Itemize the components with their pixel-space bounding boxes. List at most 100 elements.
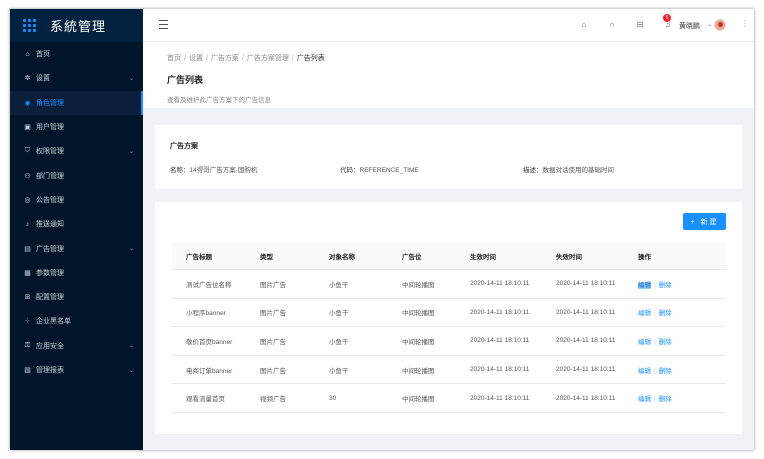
edit-link[interactable]: 编辑 xyxy=(638,339,651,346)
column-header: 操作 xyxy=(638,253,651,261)
id-card-icon: ▣ xyxy=(24,124,31,132)
breadcrumb-separator: / xyxy=(205,55,208,62)
table-cell-end: 2020-14-11 18:10:11 xyxy=(556,366,616,374)
app-window: 系統管理 ⌂ 首页 ✲ 设置 ⌄ ◉ 角色管理 ▣ 用户管理 ⛉ 权限管理 ⌄ ⚇ 部门管理 ◎ 公告管理 ♪ 推… xyxy=(10,9,754,450)
sidebar-item-label: 企业黑名单 xyxy=(36,318,71,326)
table-cell-slot: 中间轮播图 xyxy=(402,338,435,346)
row-actions: 编辑 | 删除 xyxy=(638,336,726,346)
chevron-down-icon[interactable]: ⌄ xyxy=(707,21,712,28)
avatar[interactable] xyxy=(714,19,726,31)
breadcrumb-item[interactable]: 广告方案 xyxy=(211,55,239,62)
row-actions: 编辑 | 删除 xyxy=(638,279,726,289)
edit-link[interactable]: 编辑 xyxy=(638,368,651,375)
sidebar-item-6[interactable]: ◎ 公告管理 xyxy=(10,188,143,212)
sidebar-item-2[interactable]: ◉ 角色管理 xyxy=(10,90,143,116)
delete-link[interactable]: 删除 xyxy=(659,310,672,317)
row-actions: 编辑 | 删除 xyxy=(638,365,726,375)
column-header: 生效时间 xyxy=(470,253,496,261)
column-header: 失效时间 xyxy=(556,253,582,261)
action-divider: | xyxy=(654,281,656,289)
ad-table: 广告标题 类型 对象名称 广告位 生效时间 失效时间 操作 测试广告位名称 图片广告 小鱼干 中间… xyxy=(172,242,726,413)
edit-link[interactable]: 编辑 xyxy=(638,310,651,317)
sidebar-item-9[interactable]: ▦ 参数管理 xyxy=(10,261,143,285)
sidebar-item-12[interactable]: ⚿ 应用安全 ⌄ xyxy=(10,334,143,358)
table-body: 测试广告位名称 图片广告 小鱼干 中间轮播图 2020-14-11 18:10:11 20… xyxy=(172,270,726,413)
sidebar-item-label: 推送通知 xyxy=(36,221,64,229)
table-cell-type: 图片广告 xyxy=(260,338,286,346)
action-divider: | xyxy=(654,367,656,375)
notification-badge: 5 xyxy=(663,14,671,22)
delete-link[interactable]: 删除 xyxy=(659,339,672,346)
column-header: 广告标题 xyxy=(186,253,212,261)
sidebar-item-4[interactable]: ⛉ 权限管理 ⌄ xyxy=(10,139,143,163)
table-row: 电商订单banner 图片广告 小鱼干 中间轮播图 2020-14-11 18:10:1… xyxy=(172,356,726,385)
plan-card: 广告方案 名称：14得哥广告方案-国购机 代码：REFERENCE_TIME 描… xyxy=(155,125,742,189)
table-cell-title: 观看流量首页 xyxy=(186,396,225,404)
breadcrumb-item: 广告列表 xyxy=(296,55,325,62)
table-cell-title: 测试广告位名称 xyxy=(186,281,232,289)
apps-grid-icon xyxy=(23,19,36,32)
table-cell-start: 2020-14-11 18:10:11 xyxy=(470,394,530,402)
bell-icon: ♪ xyxy=(25,220,30,228)
sidebar-item-label: 首页 xyxy=(36,51,50,59)
delete-link[interactable]: 删除 xyxy=(659,368,672,375)
sidebar-item-3[interactable]: ▣ 用户管理 xyxy=(10,115,143,139)
table-cell-start: 2020-14-11 18:10:11 xyxy=(470,366,530,374)
sidebar-item-7[interactable]: ♪ 推送通知 xyxy=(10,212,143,236)
team-icon: ⚇ xyxy=(24,172,31,180)
delete-link[interactable]: 删除 xyxy=(659,396,672,403)
logo[interactable]: 系統管理 xyxy=(10,9,143,42)
page-header: 首页 / 设置 / 广告方案 / 广告方案管理 / 广告列表 广告列表 查看及维护此广告方案下的… xyxy=(143,42,754,108)
sidebar-item-13[interactable]: ▧ 管理报表 ⌄ xyxy=(10,358,143,382)
page-description: 查看及维护此广告方案下的广告信息 xyxy=(167,97,271,104)
appstore-icon: ⁘ xyxy=(24,318,31,326)
lock-icon: ⚿ xyxy=(24,341,31,349)
breadcrumb-separator: / xyxy=(184,55,186,62)
ad-list-card: + 新建 广告标题 类型 对象名称 广告位 生效时间 失效时间 操作 测试广告位名称 图片广告… xyxy=(155,202,742,434)
edit-link[interactable]: 编辑 xyxy=(638,281,651,289)
plan-code-field: 代码：REFERENCE_TIME xyxy=(340,167,419,174)
table-cell-target: 30 xyxy=(329,394,337,402)
table-header: 广告标题 类型 对象名称 广告位 生效时间 失效时间 操作 xyxy=(172,242,726,270)
more-vertical-icon[interactable]: ⋮ xyxy=(741,19,749,28)
column-header: 类型 xyxy=(260,253,273,261)
sidebar-item-label: 部门管理 xyxy=(36,172,64,180)
breadcrumb-item[interactable]: 首页 xyxy=(167,55,181,62)
new-ad-button[interactable]: + 新建 xyxy=(683,213,726,230)
sidebar-item-1[interactable]: ✲ 设置 ⌄ xyxy=(10,66,143,90)
table-cell-type: 图片广告 xyxy=(260,281,286,289)
sidebar-item-8[interactable]: ▤ 广告管理 ⌄ xyxy=(10,236,143,260)
user-name[interactable]: 黄晓鹏 xyxy=(679,21,700,31)
table-cell-end: 2020-14-11 18:10:11 xyxy=(556,308,616,316)
sidebar-item-0[interactable]: ⌂ 首页 xyxy=(10,42,143,66)
column-header: 对象名称 xyxy=(329,253,355,261)
breadcrumb-item[interactable]: 广告方案管理 xyxy=(247,55,289,62)
breadcrumb: 首页 / 设置 / 广告方案 / 广告方案管理 / 广告列表 xyxy=(167,53,325,63)
table-row: 小程序banner 图片广告 小鱼干 中间轮播图 2020-14-11 18:10:11… xyxy=(172,299,726,328)
menu-toggle-icon[interactable] xyxy=(159,20,168,29)
page-title: 广告列表 xyxy=(167,75,204,85)
sidebar-menu: ⌂ 首页 ✲ 设置 ⌄ ◉ 角色管理 ▣ 用户管理 ⛉ 权限管理 ⌄ ⚇ 部门管理 ◎ 公告管理 ♪ 推送通知 ▤ 广… xyxy=(10,42,143,382)
home-icon: ⌂ xyxy=(25,50,30,58)
user-circle-icon: ◉ xyxy=(24,99,31,107)
plan-card-title: 广告方案 xyxy=(170,143,198,150)
sidebar-item-10[interactable]: ⊞ 配置管理 xyxy=(10,285,143,309)
delete-link[interactable]: 删除 xyxy=(659,282,672,289)
layout-icon[interactable]: ⊟ xyxy=(635,20,645,30)
report-icon: ▧ xyxy=(24,367,31,374)
breadcrumb-item[interactable]: 设置 xyxy=(189,55,203,62)
table-cell-target: 小鱼干 xyxy=(329,281,349,289)
breadcrumb-separator: / xyxy=(241,55,244,62)
sound-icon: ◎ xyxy=(24,196,31,204)
home-icon[interactable]: ⌂ xyxy=(579,20,589,30)
top-header: ⌂ ∩ ⊟ ♫ 5 黄晓鹏 ⌄ ⋮ xyxy=(143,9,754,42)
edit-link[interactable]: 编辑 xyxy=(638,396,651,403)
table-cell-target: 小鱼干 xyxy=(329,310,349,318)
sidebar-item-label: 公告管理 xyxy=(36,196,64,204)
sidebar-item-5[interactable]: ⚇ 部门管理 xyxy=(10,163,143,187)
table-cell-slot: 中间轮播图 xyxy=(402,396,435,404)
headset-icon[interactable]: ∩ xyxy=(607,20,617,30)
sidebar-item-11[interactable]: ⁘ 企业黑名单 xyxy=(10,309,143,333)
plan-description-field: 描述：数据对话使用的基础时间 xyxy=(523,167,614,174)
app-title: 系統管理 xyxy=(50,19,107,34)
